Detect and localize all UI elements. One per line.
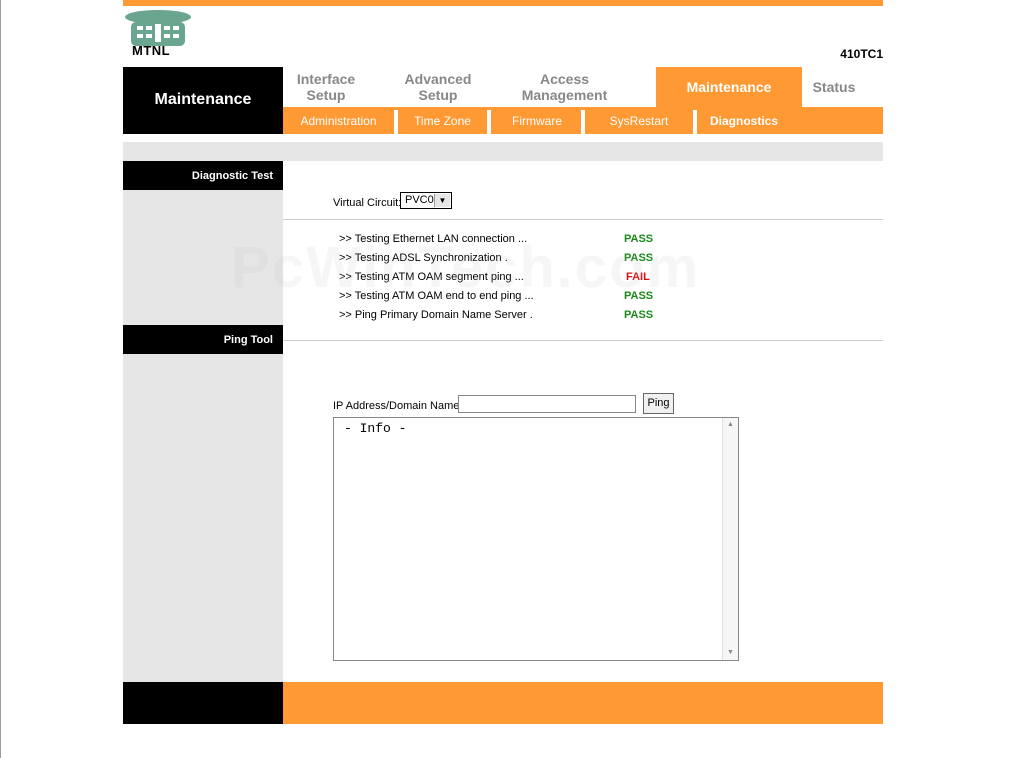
diagnostic-test-label: Diagnostic Test	[191, 170, 273, 182]
virtual-circuit-select[interactable]: PVC0 ▼	[400, 192, 452, 209]
subtab-diagnostics-label: Diagnostics	[709, 113, 778, 128]
virtual-circuit-value: PVC0	[405, 194, 434, 206]
watermark: PcWinTech.com	[231, 235, 701, 300]
ping-tool-label: Ping Tool	[223, 334, 273, 346]
subtab-administration-label: Administration	[300, 113, 377, 128]
tab-status-label: Status	[812, 79, 856, 95]
tab-advanced-setup-label: Advanced Setup	[404, 71, 472, 103]
subtab-firmware-label: Firmware	[512, 113, 562, 128]
logo-text: MTNL	[132, 43, 171, 58]
tab-maintenance[interactable]: Maintenance	[656, 67, 802, 107]
window-left-edge	[0, 0, 1, 758]
ping-info-text: - Info -	[344, 421, 407, 436]
ping-button[interactable]: Ping	[643, 393, 674, 414]
ip-address-label: IP Address/Domain Name:	[333, 400, 463, 412]
tab-interface-setup-label: Interface Setup	[296, 71, 356, 103]
ping-tool-label-box: Ping Tool	[123, 325, 283, 354]
subtab-firmware[interactable]: Firmware	[491, 107, 583, 134]
top-stripe	[123, 0, 883, 6]
subtab-diagnostics[interactable]: Diagnostics	[697, 107, 791, 134]
scroll-up-icon[interactable]: ▲	[723, 418, 738, 432]
nav-section-title-box: Maintenance	[123, 67, 283, 134]
spacer-bar	[123, 142, 883, 161]
tab-advanced-setup[interactable]: Advanced Setup	[369, 67, 507, 107]
router-page: MTNL 410TC1 Maintenance Interface Setup …	[123, 0, 883, 758]
scroll-down-icon[interactable]: ▼	[723, 646, 738, 660]
ping-info-textarea[interactable]: - Info - ▲ ▼	[333, 417, 739, 661]
info-scrollbar[interactable]: ▲ ▼	[722, 418, 738, 660]
subtab-sysrestart[interactable]: SysRestart	[585, 107, 693, 134]
subtab-sysrestart-label: SysRestart	[609, 113, 669, 128]
chevron-down-icon[interactable]: ▼	[434, 194, 450, 207]
virtual-circuit-label: Virtual Circuit:	[333, 197, 402, 209]
subtab-time-zone[interactable]: Time Zone	[398, 107, 487, 134]
nav-section-title: Maintenance	[154, 91, 252, 108]
tab-interface-setup[interactable]: Interface Setup	[283, 67, 369, 107]
footer-right	[283, 682, 883, 724]
subtab-administration[interactable]: Administration	[283, 107, 394, 134]
divider	[283, 219, 883, 220]
diagnostic-test-label-box: Diagnostic Test	[123, 161, 283, 190]
footer-left	[123, 682, 283, 724]
sub-tabs: Administration Time Zone Firmware SysRes…	[283, 107, 883, 134]
tab-maintenance-label: Maintenance	[686, 79, 772, 95]
ip-address-input[interactable]	[458, 395, 636, 413]
tab-status[interactable]: Status	[802, 67, 866, 107]
tab-access-management-label: Access Management	[521, 71, 608, 103]
subtab-time-zone-label: Time Zone	[414, 113, 471, 128]
divider	[283, 340, 883, 341]
main-tabs: Interface Setup Advanced Setup Access Ma…	[283, 67, 883, 107]
test-result-pass: PASS	[624, 309, 654, 321]
test-row-label: >> Ping Primary Domain Name Server .	[339, 309, 533, 321]
tab-access-management[interactable]: Access Management	[507, 67, 622, 107]
model-name: 410TC1	[840, 47, 883, 61]
